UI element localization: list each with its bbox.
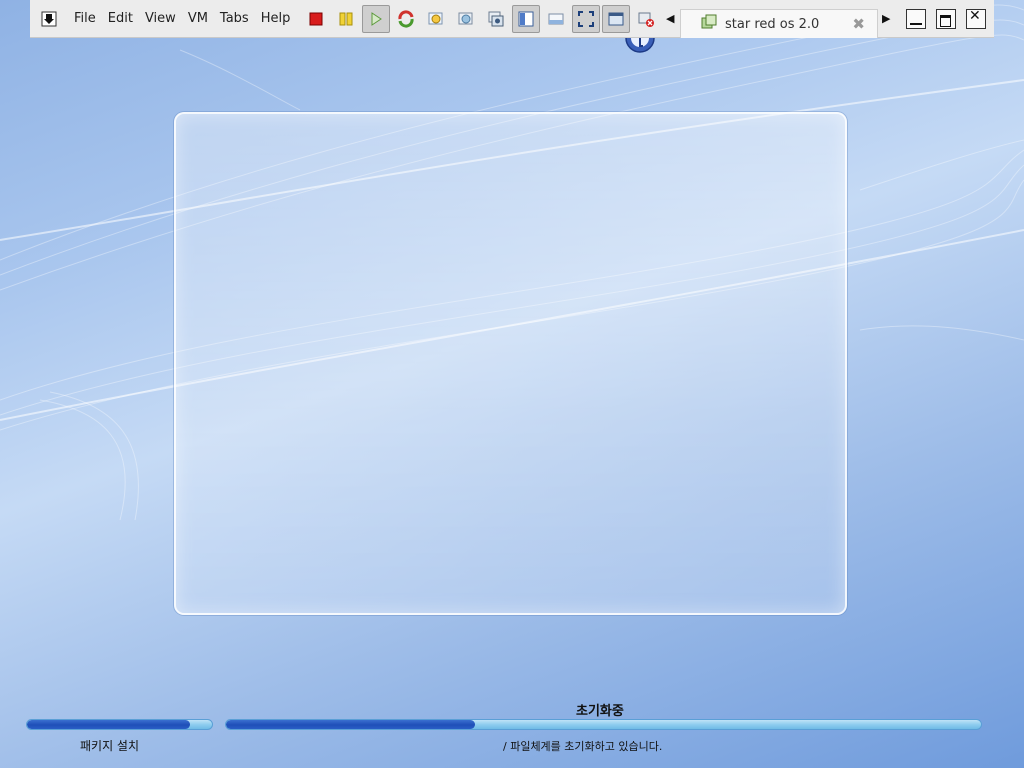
stop-icon <box>309 12 323 25</box>
tab-vm[interactable]: star red os 2.0 ✖ <box>680 9 878 38</box>
initializing-progress-fill <box>226 720 476 729</box>
manage-snapshots-button[interactable] <box>482 5 510 33</box>
revert-icon <box>458 12 473 24</box>
console-view-button[interactable] <box>512 4 541 33</box>
play-button[interactable] <box>362 4 391 33</box>
snapshot-button[interactable] <box>422 5 450 33</box>
menu-edit[interactable]: Edit <box>108 11 133 26</box>
stop-button[interactable] <box>302 5 330 33</box>
package-install-progress-bar <box>26 719 213 730</box>
play-icon <box>371 11 383 26</box>
restore-icon <box>940 15 951 27</box>
close-button[interactable]: ✕ <box>966 8 986 29</box>
clock-icon <box>625 32 655 56</box>
disconnect-button[interactable] <box>632 5 660 33</box>
minimize-button[interactable] <box>906 9 926 29</box>
minimize-icon <box>910 23 922 25</box>
revert-button[interactable] <box>452 5 480 33</box>
menu-file[interactable]: File <box>74 11 96 26</box>
quick-switch-button[interactable] <box>542 5 570 33</box>
menu-view[interactable]: View <box>145 11 176 26</box>
refresh-icon <box>398 9 414 28</box>
pin-icon[interactable] <box>38 8 60 30</box>
disconnect-icon <box>638 12 655 27</box>
vm-icon <box>701 14 717 34</box>
menu-tabs[interactable]: Tabs <box>220 11 249 26</box>
menu-vm[interactable]: VM <box>188 11 208 26</box>
manage-snapshots-icon <box>488 11 504 26</box>
initializing-title: 초기화중 <box>576 704 624 719</box>
snapshot-icon <box>428 12 443 24</box>
tab-scroll-left-icon[interactable]: ◀ <box>666 12 674 25</box>
package-install-progress-fill <box>27 720 190 729</box>
glass-panel <box>174 112 847 615</box>
menu-help[interactable]: Help <box>261 11 291 26</box>
restore-button[interactable] <box>936 9 956 29</box>
close-tab-icon[interactable]: ✖ <box>852 15 865 33</box>
pause-button[interactable] <box>332 5 360 33</box>
status-text: / 파일체계를 초기화하고 있습니다. <box>503 740 663 753</box>
pause-icon <box>339 12 353 25</box>
tab-label: star red os 2.0 <box>725 16 820 32</box>
vm-toolbar: File Edit View VM Tabs Help ◀ star red o… <box>30 0 994 38</box>
package-install-label: 패키지 설치 <box>80 739 140 753</box>
unity-button[interactable] <box>602 4 631 33</box>
quick-switch-icon <box>548 13 564 24</box>
console-view-icon <box>518 11 534 26</box>
refresh-button[interactable] <box>392 5 420 33</box>
fullscreen-button[interactable] <box>572 4 601 33</box>
tab-scroll-right-icon[interactable]: ▶ <box>882 12 890 25</box>
close-icon: ✕ <box>969 8 981 24</box>
unity-icon <box>608 12 624 25</box>
fullscreen-icon <box>578 10 595 27</box>
initializing-progress-bar <box>225 719 982 730</box>
